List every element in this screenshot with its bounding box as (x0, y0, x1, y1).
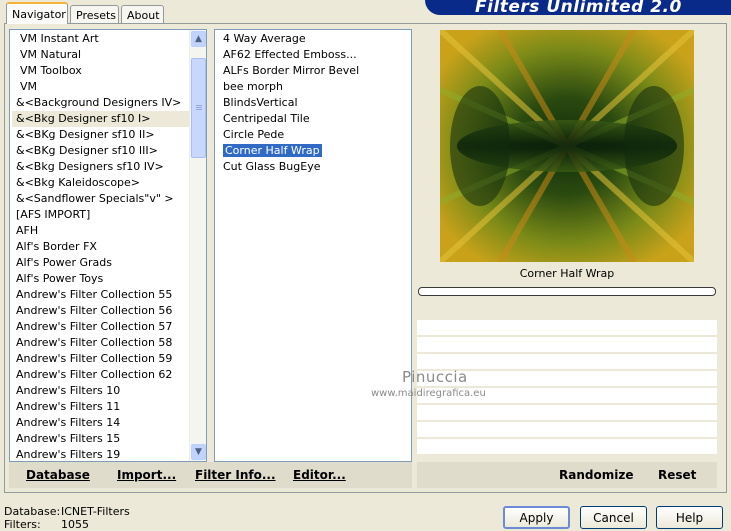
database-link[interactable]: Database (26, 468, 90, 482)
randomize-button[interactable]: Randomize (559, 468, 633, 482)
category-item[interactable]: Alf's Power Toys (12, 271, 190, 287)
filter-item-label: Cut Glass BugEye (223, 160, 321, 173)
category-item[interactable]: Andrew's Filter Collection 62 (12, 367, 190, 383)
category-item[interactable]: &<Bkg Designers sf10 IV> (12, 159, 190, 175)
help-button[interactable]: Help (656, 506, 723, 529)
filter-item-label: ALFs Border Mirror Bevel (223, 64, 360, 77)
parameter-row[interactable] (417, 439, 717, 454)
editor-link[interactable]: Editor... (293, 468, 346, 482)
category-item[interactable]: VM (12, 79, 190, 95)
cancel-button[interactable]: Cancel (580, 506, 647, 529)
filters-count: 1055 (61, 518, 89, 531)
filter-item[interactable]: Cut Glass BugEye (219, 159, 409, 175)
category-item[interactable]: Andrew's Filters 19 (12, 447, 190, 461)
banner-title: Filters Unlimited 2.0 (475, 0, 682, 15)
parameter-row[interactable] (417, 337, 717, 352)
preview-area (417, 29, 717, 263)
category-item[interactable]: Andrew's Filters 11 (12, 399, 190, 415)
category-item[interactable]: &<Bkg Kaleidoscope> (12, 175, 190, 191)
tab-about[interactable]: About (121, 5, 164, 23)
watermark-url: www.maidiregrafica.eu (371, 388, 486, 399)
filter-item[interactable]: Circle Pede (219, 127, 409, 143)
filter-item-label: bee morph (223, 80, 283, 93)
category-item[interactable]: Andrew's Filter Collection 56 (12, 303, 190, 319)
parameter-row[interactable] (417, 354, 717, 369)
filter-item-label: Centripedal Tile (223, 112, 310, 125)
preview-image (440, 30, 694, 262)
parameter-slider-track[interactable] (418, 287, 716, 296)
tab-presets[interactable]: Presets (70, 5, 119, 23)
category-item[interactable]: Andrew's Filters 14 (12, 415, 190, 431)
filter-item[interactable]: 4 Way Average (219, 31, 409, 47)
category-item[interactable]: Alf's Border FX (12, 239, 190, 255)
scroll-thumb[interactable] (191, 58, 206, 158)
category-list[interactable]: VM Instant Art VM Natural VM Toolbox VM &<Ba… (9, 29, 207, 462)
app-banner: Filters Unlimited 2.0 (425, 0, 731, 15)
category-item[interactable]: &<BKg Designer sf10 II> (12, 127, 190, 143)
category-item[interactable]: &<Bkg Designer sf10 I> (12, 111, 190, 127)
apply-button[interactable]: Apply (503, 506, 570, 529)
filters-label: Filters: (4, 518, 41, 531)
filter-item[interactable]: AF62 Effected Emboss... (219, 47, 409, 63)
category-item[interactable]: VM Natural (12, 47, 190, 63)
database-label: Database: (4, 505, 61, 518)
filter-item[interactable]: ALFs Border Mirror Bevel (219, 63, 409, 79)
parameter-row[interactable] (417, 320, 717, 335)
category-item[interactable]: &<Background Designers IV> (12, 95, 190, 111)
filter-item[interactable]: BlindsVertical (219, 95, 409, 111)
filter-info-link[interactable]: Filter Info... (195, 468, 276, 482)
parameter-row[interactable] (417, 422, 717, 437)
category-item[interactable]: &<Sandflower Specials"v" > (12, 191, 190, 207)
filter-item[interactable]: Centripedal Tile (219, 111, 409, 127)
reset-button[interactable]: Reset (658, 468, 696, 482)
category-item[interactable]: &<BKg Designer sf10 III> (12, 143, 190, 159)
category-item[interactable]: Alf's Power Grads (12, 255, 190, 271)
category-item[interactable]: Andrew's Filter Collection 59 (12, 351, 190, 367)
category-item[interactable]: Andrew's Filter Collection 58 (12, 335, 190, 351)
filter-item[interactable]: Corner Half Wrap (219, 143, 409, 159)
category-item[interactable]: Andrew's Filter Collection 57 (12, 319, 190, 335)
filter-item-label: BlindsVertical (223, 96, 298, 109)
tab-navigator[interactable]: Navigator (6, 2, 68, 24)
category-item[interactable]: VM Toolbox (12, 63, 190, 79)
filter-item-label: AF62 Effected Emboss... (223, 48, 357, 61)
preview-label: Corner Half Wrap (519, 267, 615, 280)
category-item[interactable]: Andrew's Filter Collection 55 (12, 287, 190, 303)
import-link[interactable]: Import... (117, 468, 176, 482)
category-item[interactable]: Andrew's Filters 10 (12, 383, 190, 399)
category-item[interactable]: Andrew's Filters 15 (12, 431, 190, 447)
filter-item[interactable]: bee morph (219, 79, 409, 95)
filter-item-label: 4 Way Average (223, 32, 306, 45)
category-item[interactable]: [AFS IMPORT] (12, 207, 190, 223)
category-item[interactable]: VM Instant Art (12, 31, 190, 47)
category-item[interactable]: AFH (12, 223, 190, 239)
category-scrollbar[interactable]: ▲ ▼ (189, 30, 206, 461)
parameter-row[interactable] (417, 405, 717, 420)
scroll-up-icon[interactable]: ▲ (191, 31, 206, 47)
scroll-down-icon[interactable]: ▼ (191, 444, 206, 460)
filter-item-label: Circle Pede (223, 128, 285, 141)
filter-item-label: Corner Half Wrap (223, 144, 322, 157)
database-value: ICNET-Filters (61, 505, 130, 518)
watermark-name: Pinuccia (402, 368, 468, 386)
